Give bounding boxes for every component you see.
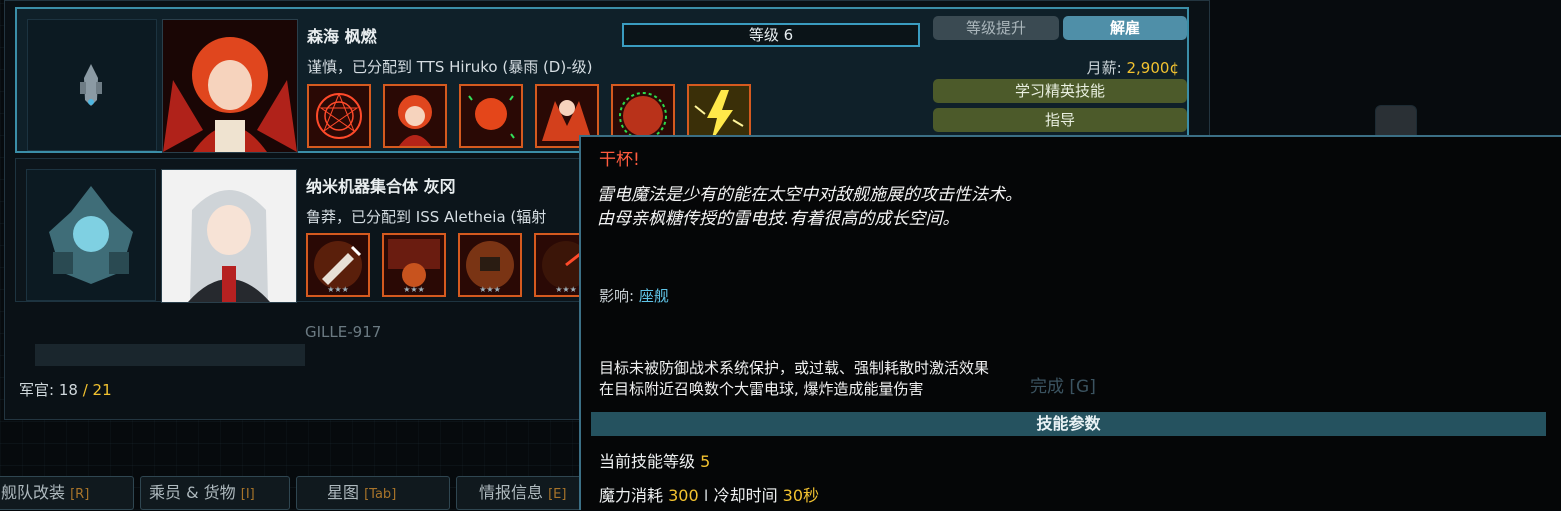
officer-name: 纳米机器集合体 灰冈 — [306, 177, 456, 196]
mana-label: 魔力消耗 — [599, 486, 664, 505]
tooltip-effects: 目标未被防御战术系统保护，或过载、强制耗散时激活效果 在目标附近召唤数个大雷电球… — [599, 358, 989, 400]
tab-label: 乘员 & 货物 — [149, 483, 236, 502]
tab-label: 情报信息 — [479, 483, 544, 502]
officer-name: 森海 枫燃 — [307, 27, 377, 46]
skill-orb-icon[interactable] — [459, 84, 523, 148]
cooldown-label: 冷却时间 — [713, 486, 778, 505]
officer-assignment: 鲁莽，已分配到 ISS Aletheia (辐射 — [306, 208, 547, 226]
ship-icon — [80, 64, 102, 106]
dismiss-button[interactable]: 解雇 — [1063, 16, 1187, 40]
skill-turret-icon[interactable]: ★★★ — [458, 233, 522, 297]
ship-thumbnail — [27, 19, 157, 151]
officer-portrait — [162, 19, 298, 153]
officer-count-max: / 21 — [82, 381, 112, 399]
skill-params-header: 技能参数 — [591, 412, 1546, 436]
skill-chibi-portrait-icon[interactable] — [383, 84, 447, 148]
effect-line: 目标未被防御战术系统保护，或过载、强制耗散时激活效果 — [599, 359, 990, 377]
tab-label: 舰队改装 — [1, 483, 66, 502]
tooltip-title: 干杯! — [599, 150, 640, 170]
officer-level: 等级 6 — [622, 23, 920, 47]
skill-level-line: 当前技能等级 5 — [599, 448, 710, 472]
tooltip-description-line: 雷电魔法是少有的能在太空中对敌舰施展的攻击性法术。 — [597, 185, 1022, 205]
skill-cost-line: 魔力消耗 300 I 冷却时间 30秒 — [599, 482, 819, 506]
ship-thumbnail — [26, 169, 156, 301]
ship-icon — [49, 186, 133, 284]
skill-cannon-icon[interactable]: ★★★ — [306, 233, 370, 297]
skill-magic-circle-icon[interactable] — [307, 84, 371, 148]
skill-level-value: 5 — [700, 452, 711, 471]
salary-value: 2,900¢ — [1126, 59, 1180, 77]
tab-fleet-refit[interactable]: 舰队改装 [R] — [0, 476, 134, 510]
skill-rank-stars: ★★★ — [327, 285, 349, 294]
officer-count-label: 军官: — [19, 381, 55, 399]
skill-rank-stars: ★★★ — [479, 285, 501, 294]
level-up-button[interactable]: 等级提升 — [933, 16, 1059, 40]
tab-hotkey: [R] — [70, 487, 90, 502]
tab-hotkey: [I] — [240, 487, 255, 502]
tooltip-affect: 影响: 座舰 — [599, 285, 669, 306]
officer-placeholder-bar — [35, 344, 305, 366]
effect-line: 在目标附近召唤数个大雷电球, 爆炸造成能量伤害 — [599, 380, 924, 398]
tab-hotkey: [E] — [548, 487, 567, 502]
salary: 月薪: 2,900¢ — [1087, 57, 1179, 78]
learn-elite-skill-button[interactable]: 学习精英技能 — [933, 79, 1187, 103]
affect-value: 座舰 — [638, 287, 669, 305]
officer-count-current: 18 — [58, 381, 78, 399]
cooldown-value: 30秒 — [782, 486, 820, 505]
officer-portrait — [161, 169, 297, 303]
tab-label: 星图 — [327, 483, 360, 502]
officer-name: GILLE-917 — [305, 323, 382, 341]
mentor-button[interactable]: 指导 — [933, 108, 1187, 132]
officer-count: 军官: 18 / 21 — [19, 379, 112, 400]
mana-value: 300 — [668, 486, 699, 505]
tooltip-description-line: 由母亲枫糖传授的雷电技.有着很高的成长空间。 — [597, 209, 960, 229]
tab-intel[interactable]: 情报信息 [E] — [456, 476, 586, 510]
complete-button[interactable]: 完成 [G] — [1030, 372, 1096, 397]
officer-card[interactable]: 森海 枫燃 谨慎，已分配到 TTS Hiruko (暴雨 (D)-级) 等级 6 — [15, 7, 1189, 153]
skill-level-label: 当前技能等级 — [599, 452, 696, 471]
tab-hotkey: [Tab] — [364, 487, 397, 502]
tab-crew-cargo[interactable]: 乘员 & 货物 [I] — [140, 476, 290, 510]
salary-label: 月薪: — [1086, 59, 1122, 77]
separator: I — [703, 486, 709, 505]
officer-assignment: 谨慎，已分配到 TTS Hiruko (暴雨 (D)-级) — [307, 58, 593, 76]
skill-engineer-icon[interactable]: ★★★ — [382, 233, 446, 297]
skill-tooltip: 干杯! 雷电魔法是少有的能在太空中对敌舰施展的攻击性法术。 由母亲枫糖传授的雷电… — [579, 135, 1561, 510]
tooltip-description: 雷电魔法是少有的能在太空中对敌舰施展的攻击性法术。 由母亲枫糖传授的雷电技.有着… — [597, 183, 1022, 231]
affect-label: 影响: — [599, 287, 635, 305]
skill-rank-stars: ★★★ — [403, 285, 425, 294]
tab-star-map[interactable]: 星图 [Tab] — [296, 476, 450, 510]
